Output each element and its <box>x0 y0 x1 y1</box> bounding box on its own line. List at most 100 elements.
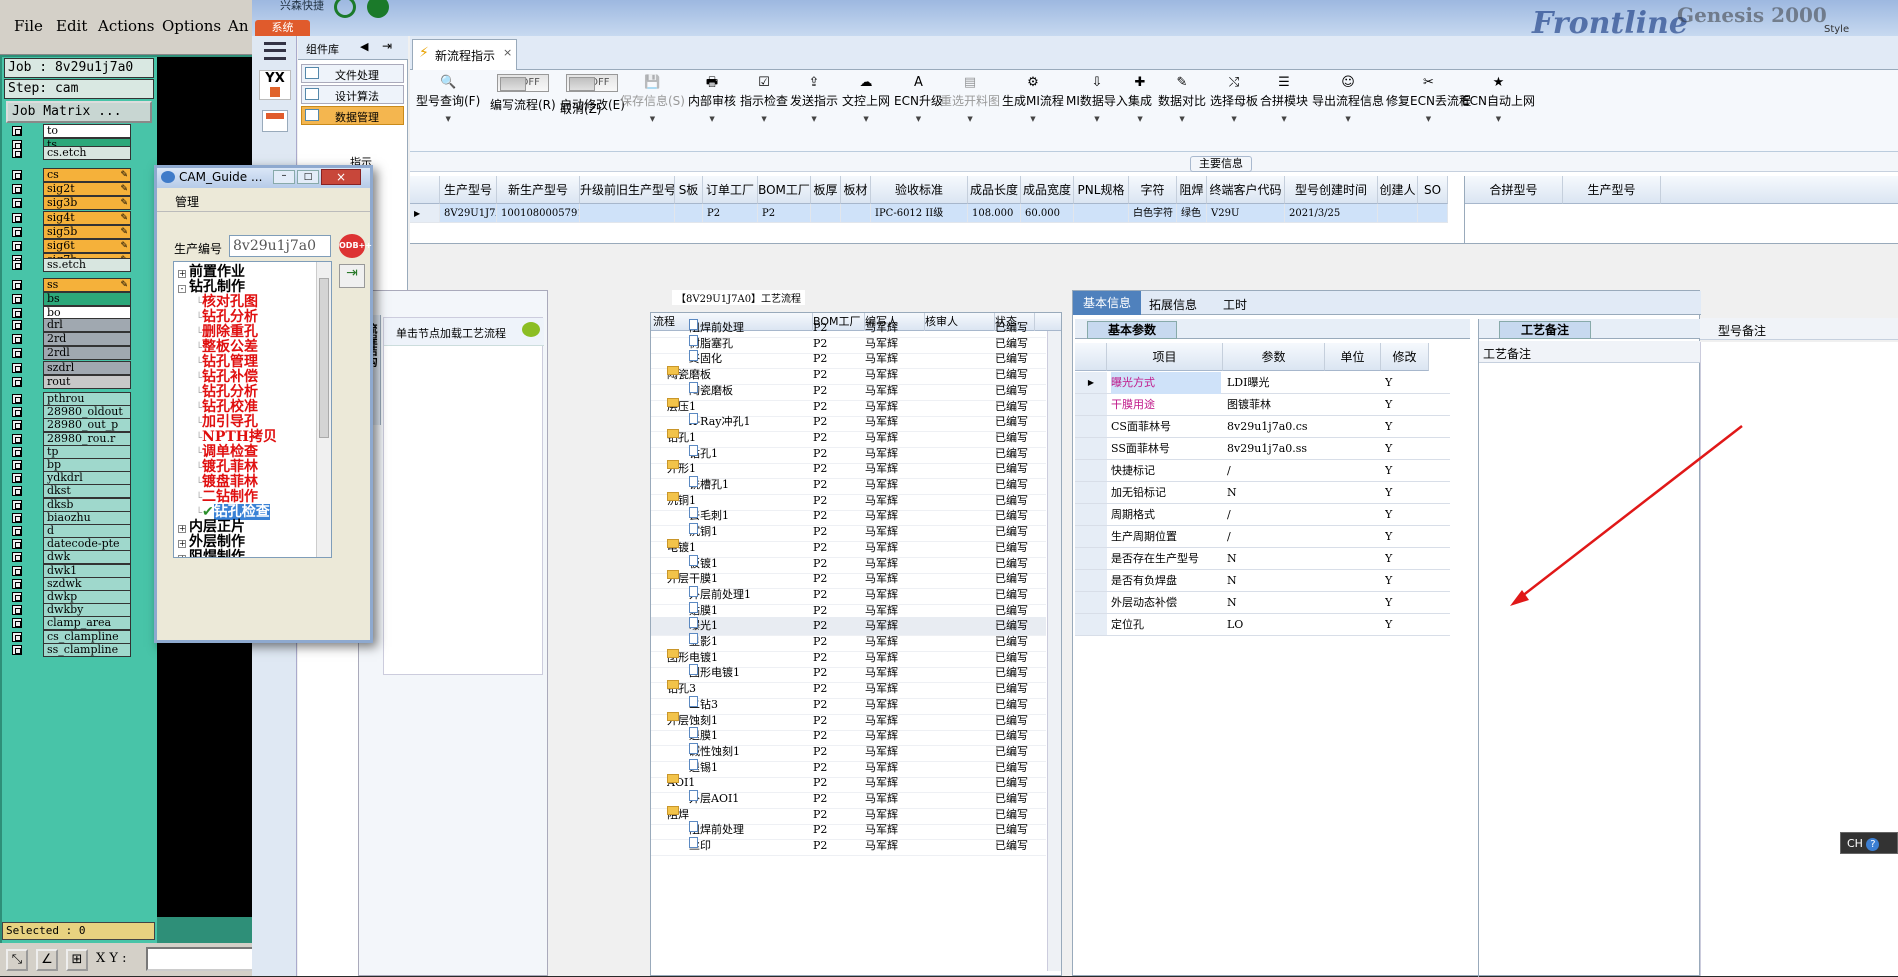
layer-checkbox[interactable] <box>12 433 22 444</box>
column-header[interactable]: SO <box>1418 176 1448 204</box>
expand-icon[interactable]: + <box>178 270 186 278</box>
layer-checkbox[interactable] <box>12 308 22 319</box>
grid-cell[interactable] <box>841 204 871 223</box>
toolbar-button-13[interactable]: ✚ 集成 ▼ <box>1128 74 1152 123</box>
column-header[interactable]: 生产型号 <box>1563 176 1661 204</box>
dropdown-arrow-icon[interactable]: ▼ <box>940 115 1000 123</box>
column-header[interactable]: 新生产型号 <box>497 176 580 204</box>
system-tab[interactable]: 系统 <box>255 20 310 36</box>
layer-row[interactable]: rout <box>8 374 131 390</box>
layer-checkbox[interactable] <box>12 226 22 237</box>
grid-cell[interactable]: P2 <box>703 204 758 223</box>
tab-work-hours[interactable]: 工时 <box>1223 296 1247 313</box>
toolbar-button-5[interactable]: 🖶 内部审核 ▼ <box>688 74 736 123</box>
tab-extended-info[interactable]: 拓展信息 <box>1149 296 1197 313</box>
column-header[interactable]: 成品长度 <box>968 176 1021 204</box>
help-icon[interactable]: ? <box>1866 838 1880 851</box>
production-number-field[interactable]: 8v29u1j7a0 <box>229 235 331 257</box>
grid-cell[interactable] <box>675 204 703 223</box>
layer-row[interactable]: ss_clampline <box>8 642 131 658</box>
grid-cell[interactable]: 60.000 <box>1021 204 1074 223</box>
layer-row[interactable]: 2rd <box>8 332 131 347</box>
toggle-switch[interactable]: OFF <box>496 74 549 92</box>
grid-cell[interactable]: 2021/3/25 <box>1285 204 1378 223</box>
column-header[interactable]: 终端客户代码 <box>1207 176 1285 204</box>
grid-cell[interactable] <box>580 204 675 223</box>
toolbar-button-14[interactable]: ✎ 数据对比 ▼ <box>1158 74 1206 123</box>
grid-cell[interactable]: 白色字符 <box>1129 204 1177 223</box>
grid-cell[interactable]: 绿色 <box>1177 204 1207 223</box>
layer-checkbox[interactable] <box>12 486 22 497</box>
panel-back-icon[interactable]: ◀ <box>360 40 368 53</box>
layer-row[interactable]: 2rdl <box>8 346 131 361</box>
search-icon[interactable] <box>334 0 356 18</box>
layer-row[interactable]: to <box>8 124 131 139</box>
layer-checkbox[interactable] <box>12 198 22 209</box>
calculator-icon[interactable] <box>262 110 288 132</box>
layer-checkbox[interactable] <box>12 241 22 251</box>
param-row[interactable]: ▶ 曝光方式 LDI曝光 Y <box>1075 372 1450 394</box>
zoom-icon[interactable]: ⤡ <box>6 949 28 971</box>
comp-item-data[interactable]: 数据管理 <box>301 106 404 125</box>
toolbar-button-18[interactable]: ✂ 修复ECN丢流程 ▼ <box>1386 74 1471 123</box>
toolbar-button-8[interactable]: ☁ 文控上网 ▼ <box>842 74 890 123</box>
flow-tree-area[interactable]: 单击节点加载工艺流程 <box>383 317 544 675</box>
dropdown-arrow-icon[interactable]: ▼ <box>790 115 838 123</box>
toggle-switch[interactable]: OFF <box>566 74 619 92</box>
expand-icon[interactable]: + <box>178 525 186 533</box>
layer-row[interactable]: sig2t ✎ <box>8 182 131 197</box>
layer-checkbox[interactable] <box>12 334 22 345</box>
grid-cell[interactable] <box>1378 204 1418 223</box>
layer-checkbox[interactable] <box>12 460 22 470</box>
layer-checkbox[interactable] <box>12 578 22 589</box>
column-header[interactable]: PNL规格 <box>1074 176 1129 204</box>
menu-actions[interactable]: Actions <box>98 17 154 35</box>
flow-step-row[interactable]: 丝印 P2 马军辉 已编写 <box>651 837 1046 857</box>
dropdown-arrow-icon[interactable]: ▼ <box>620 115 685 123</box>
toolbar-button-4[interactable]: 💾 保存信息(S) ▼ <box>620 74 685 123</box>
layer-checkbox[interactable] <box>12 631 22 642</box>
layer-checkbox[interactable] <box>12 362 22 373</box>
dropdown-arrow-icon[interactable]: ▼ <box>842 115 890 123</box>
toolbar-button-3[interactable]: 取消(Z) <box>560 100 602 117</box>
layer-checkbox[interactable] <box>12 512 22 523</box>
grid-cell[interactable]: V29U <box>1207 204 1285 223</box>
menu-file[interactable]: File <box>14 17 43 35</box>
exit-door-icon[interactable]: ⇥ <box>339 264 365 288</box>
param-mod[interactable]: Y <box>1385 372 1425 394</box>
layer-checkbox[interactable] <box>12 126 22 136</box>
odb-button[interactable]: ODB++ <box>339 234 372 258</box>
dropdown-arrow-icon[interactable]: ▼ <box>1386 115 1471 123</box>
toolbar-button-7[interactable]: ⇪ 发送指示 ▼ <box>790 74 838 123</box>
xy-field[interactable] <box>146 947 254 971</box>
flow-grid-scrollbar[interactable] <box>1047 331 1061 971</box>
column-header[interactable]: BOM工厂 <box>758 176 811 204</box>
remarks-tab[interactable]: 工艺备注 <box>1499 321 1591 339</box>
dropdown-arrow-icon[interactable]: ▼ <box>740 115 788 123</box>
dropdown-arrow-icon[interactable]: ▼ <box>1462 115 1535 123</box>
dropdown-arrow-icon[interactable]: ▼ <box>1158 115 1206 123</box>
play-icon[interactable] <box>367 0 389 18</box>
dropdown-arrow-icon[interactable]: ▼ <box>1128 115 1152 123</box>
expand-icon[interactable]: + <box>178 540 186 548</box>
yx-logo-icon[interactable]: YX <box>259 70 291 100</box>
toolbar-button-19[interactable]: ★ ECN自动上网 ▼ <box>1462 74 1535 123</box>
toolbar-button-15[interactable]: ⤭ 选择母板 ▼ <box>1210 74 1258 123</box>
column-header[interactable]: 成品宽度 <box>1021 176 1074 204</box>
dropdown-arrow-icon[interactable]: ▼ <box>1210 115 1258 123</box>
menu-an[interactable]: An <box>228 17 249 35</box>
toolbar-button-1[interactable]: OFF 编写流程(R) <box>490 74 556 113</box>
layer-checkbox[interactable] <box>12 499 22 510</box>
panel-pin-icon[interactable]: ⇥ <box>382 39 392 53</box>
dropdown-arrow-icon[interactable]: ▼ <box>1066 115 1128 123</box>
layer-checkbox[interactable] <box>12 376 22 387</box>
grid-cell[interactable] <box>1418 204 1448 223</box>
toolbar-button-16[interactable]: ☰ 合拼模块 ▼ <box>1260 74 1308 123</box>
layer-checkbox[interactable] <box>12 473 22 484</box>
column-header[interactable]: 字符 <box>1129 176 1177 204</box>
tab-new-flow[interactable]: ⚡ 新流程指示 × <box>412 39 517 70</box>
layer-checkbox[interactable] <box>12 148 22 158</box>
layer-row[interactable]: ss.etch <box>8 258 131 273</box>
tab-basic-info[interactable]: 基本信息 <box>1073 291 1141 315</box>
toolbar-button-12[interactable]: ⇩ MI数据导入 ▼ <box>1066 74 1128 123</box>
